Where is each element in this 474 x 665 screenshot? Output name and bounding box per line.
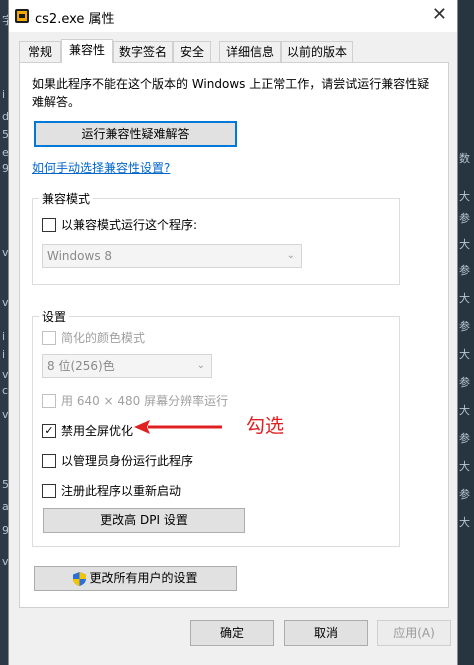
- annotation-text: 勾选: [246, 415, 285, 437]
- apply-button[interactable]: 应用(A): [377, 620, 451, 646]
- disable-fullscreen-optimization-checkbox[interactable]: ✓ 禁用全屏优化: [42, 422, 133, 439]
- checkbox-box: [42, 483, 56, 498]
- cancel-button[interactable]: 取消: [284, 620, 368, 646]
- change-high-dpi-button[interactable]: 更改高 DPI 设置: [43, 508, 245, 533]
- bg-text: 大: [459, 238, 470, 251]
- run-as-admin-checkbox[interactable]: 以管理员身份运行此程序: [42, 452, 193, 469]
- checkbox-box: [42, 393, 56, 408]
- manual-settings-link[interactable]: 如何手动选择兼容性设置?: [32, 159, 170, 176]
- os-version-select[interactable]: Windows 8 ⌄: [42, 244, 302, 268]
- checkbox-box: [42, 217, 56, 232]
- change-all-users-button[interactable]: 更改所有用户的设置: [34, 566, 237, 591]
- settings-label: 设置: [39, 308, 70, 325]
- bg-text: 参: [459, 488, 470, 501]
- bg-text: 大: [459, 292, 470, 305]
- bg-text: 参: [459, 264, 470, 277]
- color-mode-value: 8 位(256)色: [47, 359, 115, 373]
- bg-text: 大: [459, 460, 470, 473]
- low-resolution-label: 用 640 × 480 屏幕分辨率运行: [61, 394, 229, 408]
- disable-fullscreen-label: 禁用全屏优化: [61, 424, 134, 438]
- checkbox-box: ✓: [42, 423, 56, 438]
- compatibility-page: 如果此程序不能在这个版本的 Windows 上正常工作，请尝试运行兼容性疑难解答…: [19, 62, 449, 608]
- os-version-value: Windows 8: [47, 249, 113, 263]
- low-resolution-checkbox[interactable]: 用 640 × 480 屏幕分辨率运行: [42, 392, 228, 409]
- tab-digital-signatures[interactable]: 数字签名: [113, 41, 173, 62]
- intro-text: 如果此程序不能在这个版本的 Windows 上正常工作，请尝试运行兼容性疑难解答…: [32, 77, 430, 109]
- bg-text: 参: [459, 212, 470, 225]
- background-window-right: 数 大 参 大 参 大 参 大 参 大 参 大 参 大: [456, 0, 474, 665]
- bg-text: 大: [459, 516, 470, 529]
- bg-text: 大: [459, 404, 470, 417]
- reduced-color-label: 简化的颜色模式: [61, 331, 146, 345]
- bg-text: i: [2, 348, 6, 361]
- annotation-arrow-icon: [134, 420, 222, 434]
- tab-compatibility[interactable]: 兼容性: [61, 39, 113, 63]
- bg-text: 数: [459, 152, 470, 165]
- run-troubleshooter-button[interactable]: 运行兼容性疑难解答: [34, 121, 237, 147]
- check-icon: ✓: [44, 423, 54, 437]
- checkbox-box: [42, 453, 56, 468]
- compat-mode-label: 兼容模式: [39, 190, 94, 207]
- bg-text: 参: [459, 320, 470, 333]
- chevron-down-icon: ⌄: [286, 250, 295, 261]
- window-title: cs2.exe 属性: [35, 12, 115, 27]
- title-bar[interactable]: cs2.exe 属性 ✕: [9, 0, 457, 32]
- properties-dialog: cs2.exe 属性 ✕ 常规 兼容性 数字签名 安全 详细信息 以前的版本 如…: [8, 0, 458, 665]
- bg-text: 参: [459, 376, 470, 389]
- tab-details[interactable]: 详细信息: [219, 41, 281, 62]
- tab-previous-versions[interactable]: 以前的版本: [281, 41, 353, 62]
- register-restart-label: 注册此程序以重新启动: [61, 484, 182, 498]
- tab-security[interactable]: 安全: [173, 41, 211, 62]
- bg-text: i: [2, 88, 6, 101]
- ok-button[interactable]: 确定: [190, 620, 274, 646]
- chevron-down-icon: ⌄: [196, 360, 205, 371]
- register-restart-checkbox[interactable]: 注册此程序以重新启动: [42, 482, 181, 499]
- uac-shield-icon: [73, 571, 87, 586]
- app-icon: [15, 9, 29, 23]
- close-icon[interactable]: ✕: [432, 4, 447, 25]
- reduced-color-checkbox[interactable]: 简化的颜色模式: [42, 329, 145, 346]
- change-all-users-label: 更改所有用户的设置: [89, 571, 198, 585]
- bg-text: 大: [459, 190, 470, 203]
- tab-general[interactable]: 常规: [19, 41, 61, 62]
- checkbox-box: [42, 330, 56, 345]
- run-as-admin-label: 以管理员身份运行此程序: [61, 454, 194, 468]
- bg-text: i: [2, 330, 6, 343]
- compat-mode-checkbox-label: 以兼容模式运行这个程序:: [61, 218, 198, 232]
- bg-text: 大: [459, 348, 470, 361]
- color-mode-select[interactable]: 8 位(256)色 ⌄: [42, 354, 212, 378]
- compat-mode-checkbox[interactable]: 以兼容模式运行这个程序:: [42, 216, 197, 233]
- bg-text: 参: [459, 432, 470, 445]
- compat-mode-group: 兼容模式 以兼容模式运行这个程序: Windows 8 ⌄: [32, 190, 400, 285]
